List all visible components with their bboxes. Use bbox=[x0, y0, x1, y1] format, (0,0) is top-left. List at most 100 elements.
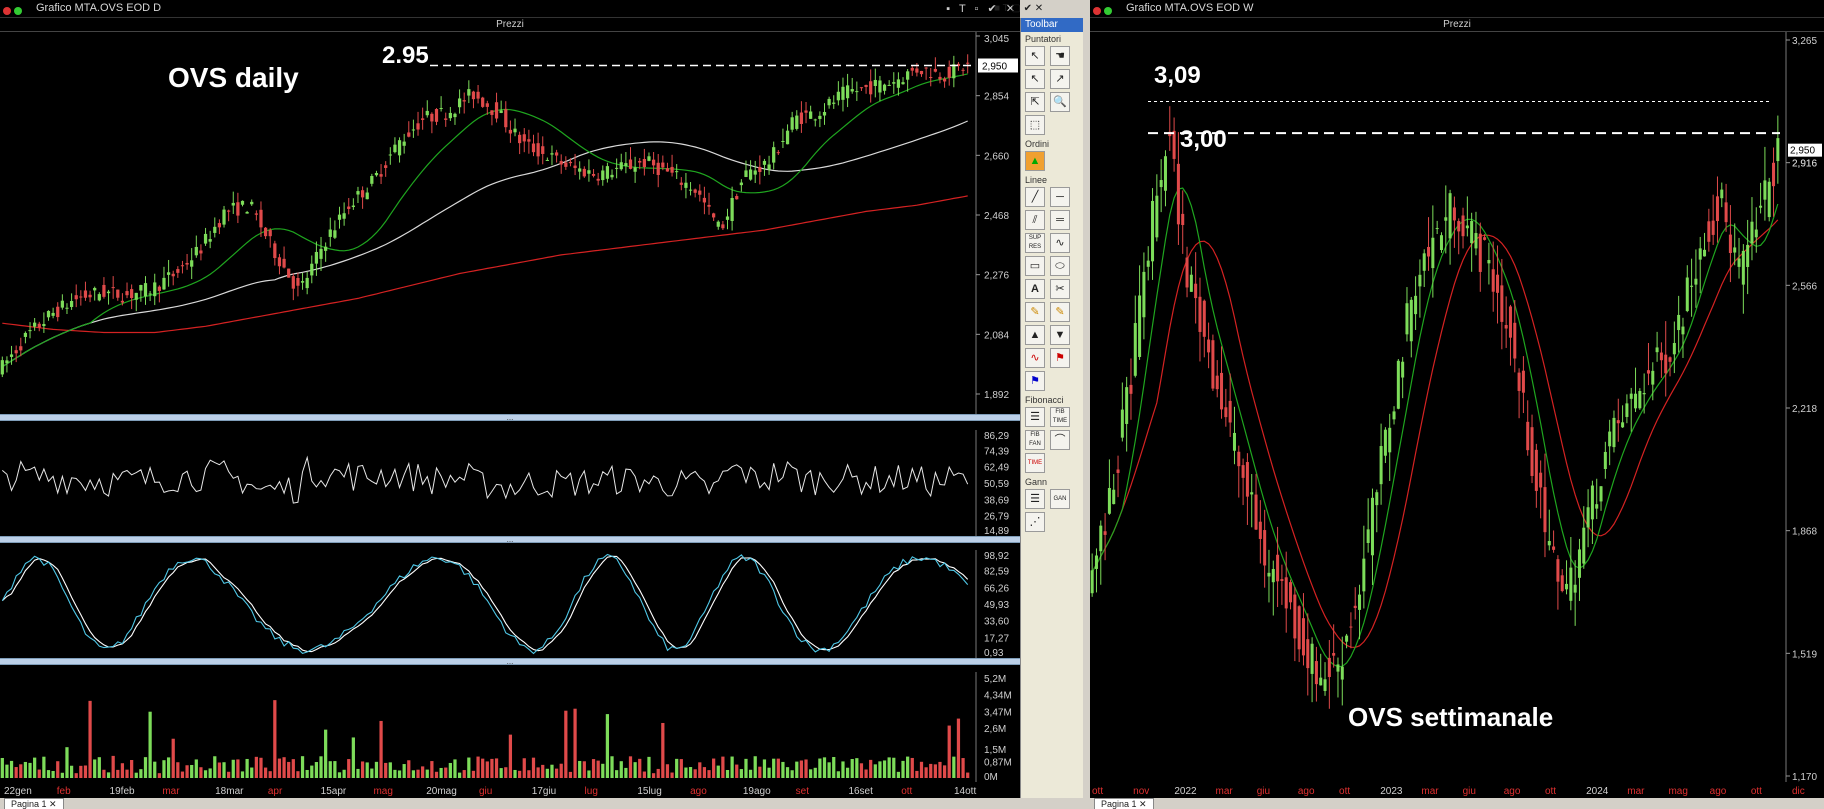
candle-body bbox=[785, 130, 790, 145]
stochastic-chart[interactable]: 98,92 82,59 66,26 49,93 33,60 17,27 0,93 bbox=[0, 550, 1020, 658]
rsi-tick-label: 62,49 bbox=[984, 463, 1009, 474]
candle-body bbox=[97, 294, 101, 301]
candle-body bbox=[1629, 393, 1633, 399]
weekly-window-titlebar[interactable]: Grafico MTA.OVS EOD W bbox=[1090, 0, 1824, 18]
zoom-icon[interactable]: 🔍 bbox=[1050, 92, 1070, 112]
time-icon[interactable]: TIME bbox=[1025, 453, 1045, 473]
order-icon[interactable]: ▲ bbox=[1025, 151, 1045, 171]
candle-body bbox=[481, 97, 485, 107]
volume-bar bbox=[282, 757, 286, 778]
candle-body bbox=[1685, 277, 1689, 312]
arrow-down-icon[interactable]: ▼ bbox=[1050, 325, 1070, 345]
candle-body bbox=[809, 111, 813, 119]
candle-body bbox=[855, 91, 859, 93]
pane-separator[interactable]: ... bbox=[0, 414, 1020, 422]
candle-body bbox=[915, 68, 919, 73]
page-tab-left[interactable]: Pagina 1 ✕ bbox=[4, 798, 64, 809]
candle-body bbox=[541, 146, 545, 154]
candle-body bbox=[425, 110, 429, 116]
daily-window-titlebar[interactable]: Grafico MTA.OVS EOD D ▪ T ▫ ✔ ✕ bbox=[0, 0, 1020, 18]
candle-body bbox=[1547, 540, 1551, 546]
pointer-hand-icon[interactable]: ☚ bbox=[1050, 46, 1070, 66]
fib-arc-icon[interactable]: ⌒ bbox=[1050, 430, 1070, 450]
gann-fan-icon[interactable]: ⋰ bbox=[1025, 512, 1045, 532]
pointer-cross-icon[interactable]: ↖ bbox=[1025, 69, 1045, 89]
flag-alt-icon[interactable]: ⚑ bbox=[1025, 371, 1045, 391]
candle-body bbox=[462, 100, 466, 102]
candle-body bbox=[74, 295, 78, 300]
trendline-icon[interactable]: ╱ bbox=[1025, 187, 1045, 207]
candle-body bbox=[1245, 462, 1249, 497]
rsi-chart[interactable]: 86,29 74,39 62,49 50,59 38,69 26,79 14,89 bbox=[0, 430, 1020, 536]
candle-body bbox=[624, 163, 628, 167]
candle-body bbox=[818, 115, 822, 119]
x-tick-label: mar bbox=[1421, 786, 1439, 797]
candle-body bbox=[134, 292, 138, 300]
volume-tick-label: 2,6M bbox=[984, 724, 1006, 735]
candle-body bbox=[790, 117, 794, 130]
arrow-up-icon[interactable]: ▲ bbox=[1025, 325, 1045, 345]
x-tick-label: ago bbox=[690, 786, 707, 797]
candle-body bbox=[1457, 221, 1461, 232]
pointer-select-icon[interactable]: ⇱ bbox=[1025, 92, 1045, 112]
candle-body bbox=[1508, 306, 1512, 338]
pane-separator[interactable]: ... bbox=[0, 536, 1020, 544]
candle-body bbox=[601, 170, 605, 181]
x-tick-label: nov bbox=[1133, 786, 1149, 797]
volume-bar bbox=[199, 767, 203, 778]
pencil-alt-icon[interactable]: ✎ bbox=[1050, 302, 1070, 322]
candle-body bbox=[1176, 163, 1180, 225]
toolbar-top-icons[interactable]: ■ T ▢ ✔ ✕ bbox=[994, 3, 1043, 14]
page-tab-right[interactable]: Pagina 1 ✕ bbox=[1094, 798, 1154, 809]
candle-body bbox=[873, 79, 877, 86]
select-area-icon[interactable]: ⬚ bbox=[1025, 115, 1045, 135]
volume-bar bbox=[384, 762, 388, 778]
volume-bar bbox=[864, 769, 868, 778]
candle-body bbox=[1668, 357, 1672, 362]
candle-body bbox=[379, 174, 383, 177]
flag-icon[interactable]: ⚑ bbox=[1050, 348, 1070, 368]
candle-body bbox=[610, 174, 614, 178]
volume-bar bbox=[522, 758, 526, 778]
ellipse-icon[interactable]: ⬭ bbox=[1050, 256, 1070, 276]
gann-grid-icon[interactable]: ☰ bbox=[1025, 489, 1045, 509]
candle-body bbox=[675, 171, 679, 173]
candle-body bbox=[836, 91, 840, 101]
candle-body bbox=[1301, 618, 1305, 656]
volume-bar bbox=[97, 757, 101, 778]
pane-separator[interactable]: ... bbox=[0, 658, 1020, 666]
volume-chart[interactable]: 5,2M 4,34M 3,47M 2,6M 1,5M0,87M 0M bbox=[0, 672, 1020, 782]
fib-time-icon[interactable]: FIB TIME bbox=[1050, 407, 1070, 427]
parallel-lines-icon[interactable]: ═ bbox=[1050, 210, 1070, 230]
gann-square-icon[interactable]: GAN bbox=[1050, 489, 1070, 509]
rsi-tick-label: 14,89 bbox=[984, 526, 1009, 536]
volume-bar bbox=[356, 768, 360, 778]
candle-body bbox=[1142, 271, 1146, 318]
candle-body bbox=[1202, 300, 1206, 337]
pointer-arrow-icon[interactable]: ↖ bbox=[1025, 46, 1045, 66]
candle-body bbox=[712, 213, 716, 218]
pencil-icon[interactable]: ✎ bbox=[1025, 302, 1045, 322]
fib-fan-icon[interactable]: FIB FAN bbox=[1025, 430, 1045, 450]
candle-body bbox=[1284, 577, 1288, 609]
candle-body bbox=[360, 190, 365, 198]
scissors-icon[interactable]: ✂ bbox=[1050, 279, 1070, 299]
fib-retracement-icon[interactable]: ☰ bbox=[1025, 407, 1045, 427]
candle-body bbox=[1504, 325, 1508, 329]
y-tick-label: 1,170 bbox=[1792, 772, 1817, 782]
rectangle-icon[interactable]: ▭ bbox=[1025, 256, 1045, 276]
pointer-move-icon[interactable]: ↗ bbox=[1050, 69, 1070, 89]
toolbar-section-fibonacci: Fibonacci bbox=[1025, 395, 1064, 405]
candle-body bbox=[1383, 429, 1387, 456]
daily-price-chart[interactable]: 3,045 2,854 2,660 2,468 2,276 2,084 1,892 2,950 bbox=[0, 32, 1020, 414]
horizontal-line-icon[interactable]: ─ bbox=[1050, 187, 1070, 207]
channel-icon[interactable]: ⫽ bbox=[1025, 210, 1045, 230]
candle-body bbox=[93, 287, 97, 291]
support-resistance-icon[interactable]: SUP RES bbox=[1025, 233, 1045, 253]
wave-icon[interactable]: ∿ bbox=[1025, 348, 1045, 368]
freehand-icon[interactable]: ∿ bbox=[1050, 233, 1070, 253]
volume-bar bbox=[554, 768, 559, 778]
volume-tick-label: 5,2M bbox=[984, 674, 1006, 685]
candle-body bbox=[1306, 639, 1310, 669]
text-icon[interactable]: A bbox=[1025, 279, 1045, 299]
